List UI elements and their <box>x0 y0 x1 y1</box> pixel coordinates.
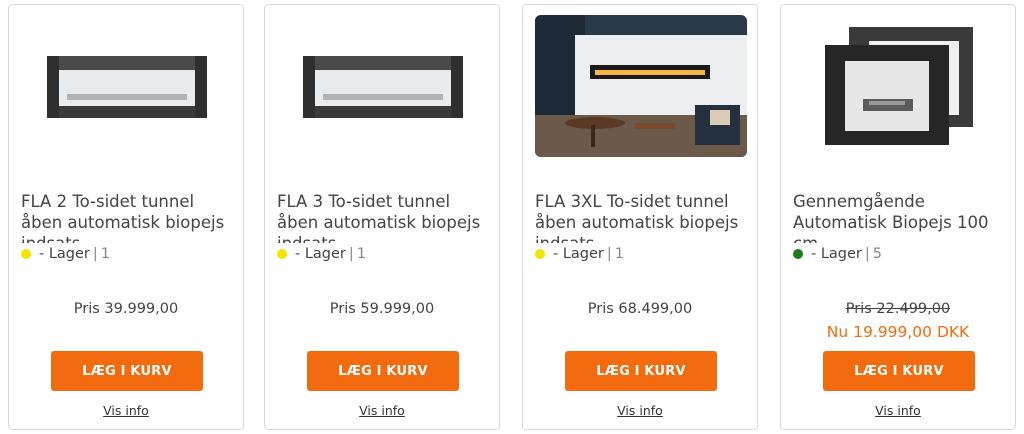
sale-price: Nu 19.999,00 DKK <box>826 323 970 341</box>
add-to-cart-button[interactable]: LÆG I KURV <box>307 351 459 391</box>
stock-label: - Lager <box>553 246 604 262</box>
product-image[interactable] <box>793 15 1005 157</box>
product-price: Pris 68.499,00 <box>587 301 693 317</box>
stock-status: - Lager | 1 <box>535 246 624 262</box>
stock-status: - Lager | 1 <box>21 246 110 262</box>
product-card: FLA 2 To-sidet tunnel åben automatisk bi… <box>8 4 244 430</box>
stock-label: - Lager <box>295 246 346 262</box>
product-title[interactable]: Gennemgående Automatisk Biopejs 100 cm <box>793 191 1011 243</box>
product-card: Gennemgående Automatisk Biopejs 100 cm -… <box>780 4 1016 430</box>
stock-label: - Lager <box>811 246 862 262</box>
add-to-cart-button[interactable]: LÆG I KURV <box>51 351 203 391</box>
stock-quantity: 1 <box>614 246 625 262</box>
product-card: FLA 3 To-sidet tunnel åben automatisk bi… <box>264 4 500 430</box>
view-info-link[interactable]: Vis info <box>523 403 757 418</box>
stock-separator: | <box>348 246 354 262</box>
stock-quantity: 5 <box>872 246 883 262</box>
product-price: Pris 59.999,00 <box>329 301 435 317</box>
stock-label: - Lager <box>39 246 90 262</box>
stock-indicator-dot <box>535 249 545 259</box>
stock-quantity: 1 <box>356 246 367 262</box>
product-image[interactable] <box>277 15 489 157</box>
view-info-link[interactable]: Vis info <box>9 403 243 418</box>
view-info-link[interactable]: Vis info <box>781 403 1015 418</box>
stock-status: - Lager | 1 <box>277 246 366 262</box>
product-card: FLA 3XL To-sidet tunnel åben automatisk … <box>522 4 758 430</box>
stock-separator: | <box>606 246 612 262</box>
add-to-cart-button[interactable]: LÆG I KURV <box>823 351 975 391</box>
stock-separator: | <box>92 246 98 262</box>
original-price: Pris 22.499,00 <box>845 301 951 317</box>
product-image[interactable] <box>535 15 747 157</box>
stock-indicator-dot <box>277 249 287 259</box>
product-title[interactable]: FLA 3XL To-sidet tunnel åben automatisk … <box>535 191 753 243</box>
stock-separator: | <box>864 246 870 262</box>
product-title[interactable]: FLA 3 To-sidet tunnel åben automatisk bi… <box>277 191 495 243</box>
stock-status: - Lager | 5 <box>793 246 882 262</box>
add-to-cart-button[interactable]: LÆG I KURV <box>565 351 717 391</box>
stock-indicator-dot <box>793 249 803 259</box>
stock-indicator-dot <box>21 249 31 259</box>
stock-quantity: 1 <box>100 246 111 262</box>
view-info-link[interactable]: Vis info <box>265 403 499 418</box>
product-price: Pris 39.999,00 <box>73 301 179 317</box>
product-image[interactable] <box>21 15 233 157</box>
product-title[interactable]: FLA 2 To-sidet tunnel åben automatisk bi… <box>21 191 239 243</box>
